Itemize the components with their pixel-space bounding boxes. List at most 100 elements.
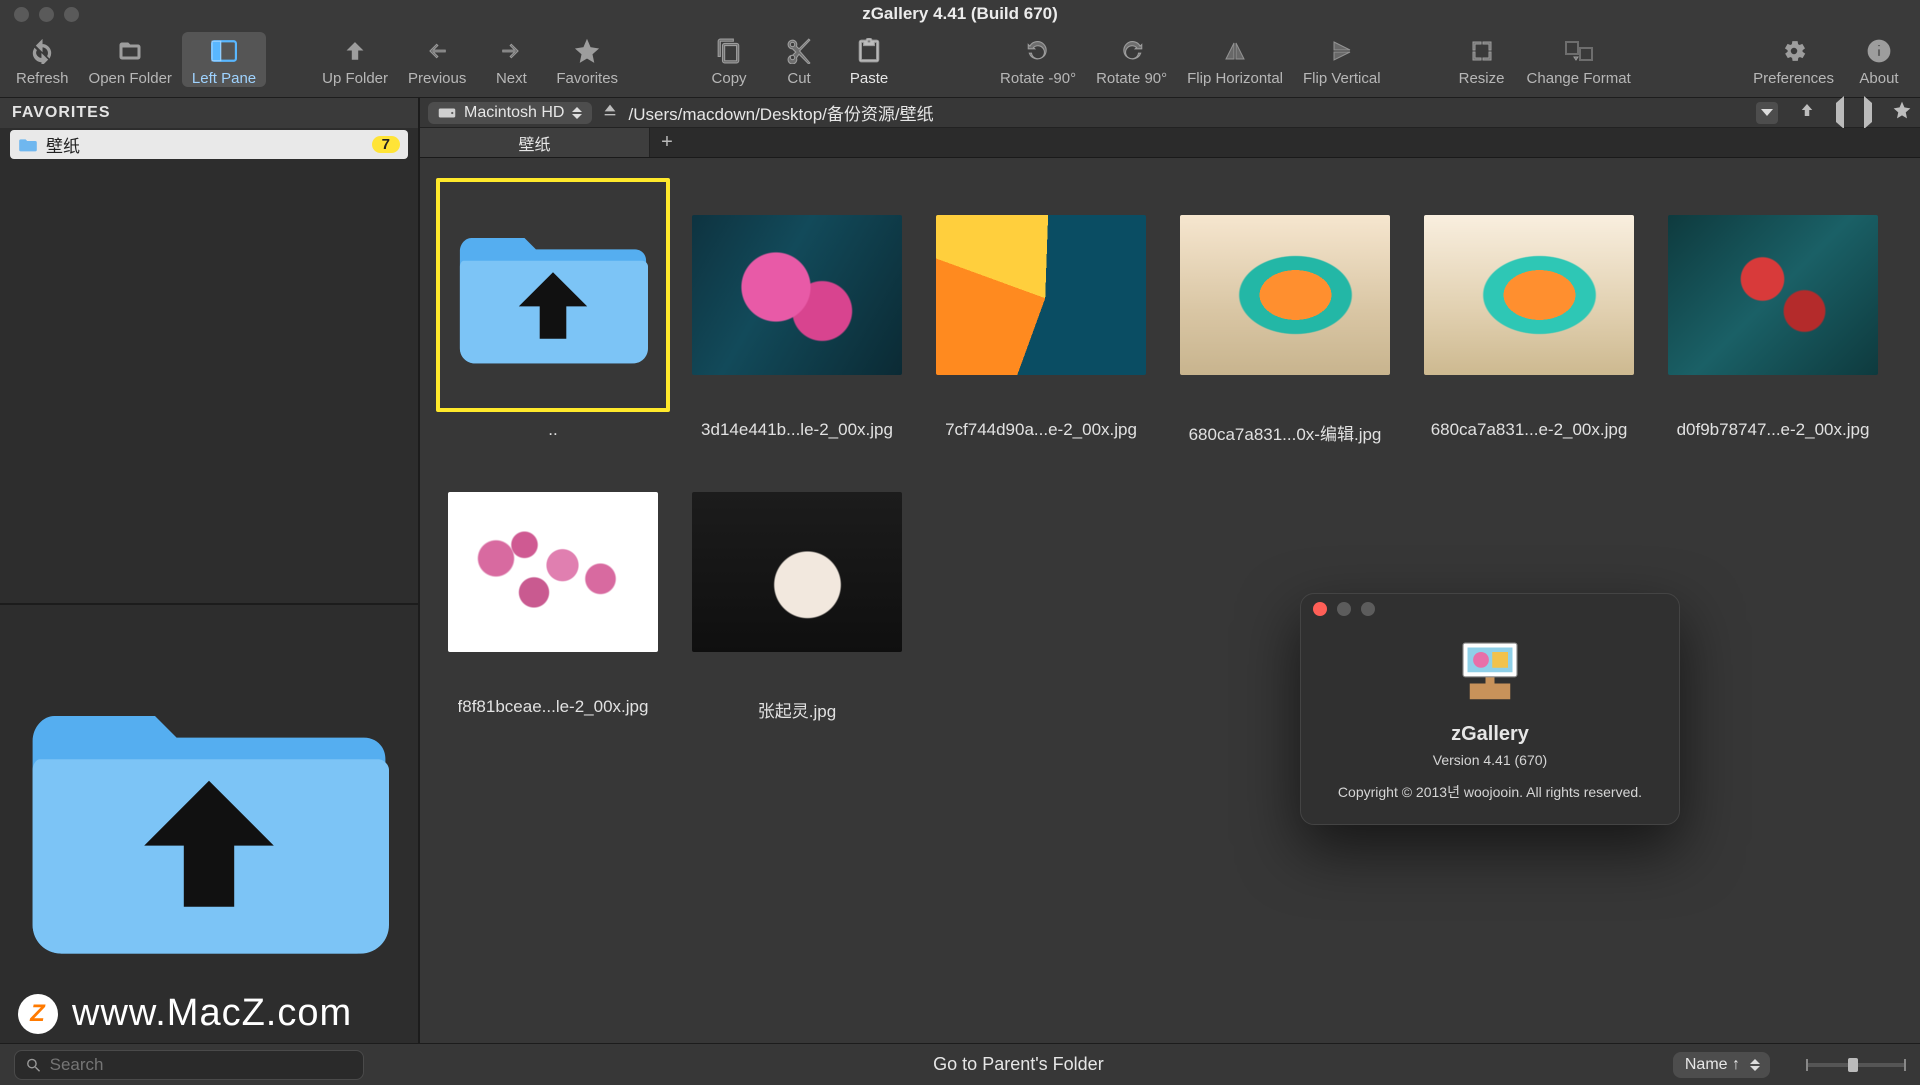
about-dialog: zGallery Version 4.41 (670) Copyright © … — [1300, 593, 1680, 825]
rotate-ccw-button[interactable]: Rotate -90° — [990, 32, 1086, 87]
favorites-button[interactable]: Favorites — [546, 32, 628, 87]
image-placeholder — [1668, 215, 1878, 375]
thumbnail — [680, 178, 914, 412]
copy-icon — [716, 36, 742, 66]
refresh-button[interactable]: Refresh — [6, 32, 79, 87]
grid-item-image[interactable]: 张起灵.jpg — [680, 455, 914, 722]
search-field[interactable] — [14, 1050, 364, 1080]
grid-item-image[interactable]: 3d14e441b...le-2_00x.jpg — [680, 178, 914, 445]
sidebar-item-wallpapers[interactable]: 壁纸 7 — [10, 130, 408, 159]
thumbnail — [680, 455, 914, 689]
image-placeholder — [448, 492, 658, 652]
arrow-left-icon — [425, 36, 449, 66]
grid-item-image[interactable]: 7cf744d90a...e-2_00x.jpg — [924, 178, 1158, 445]
nav-back-icon[interactable] — [1836, 103, 1844, 123]
flip-horizontal-icon — [1222, 36, 1248, 66]
flip-vertical-icon — [1329, 36, 1355, 66]
image-placeholder — [1424, 215, 1634, 375]
rotate-cw-icon — [1119, 36, 1145, 66]
eject-icon[interactable] — [602, 102, 618, 123]
sidebar-item-badge: 7 — [372, 136, 400, 153]
thumbnail — [436, 178, 670, 412]
watermark-badge: Z — [18, 994, 58, 1034]
favorites-header: FAVORITES — [0, 98, 418, 128]
up-folder-button[interactable]: Up Folder — [312, 32, 398, 87]
copy-button[interactable]: Copy — [694, 32, 764, 87]
main-split: FAVORITES 壁纸 7 Z www.MacZ.com — [0, 98, 1920, 1043]
about-minimize-button[interactable] — [1337, 602, 1351, 616]
thumbnail — [436, 455, 670, 689]
thumbnail-caption: .. — [548, 420, 557, 440]
search-icon — [25, 1056, 42, 1074]
change-format-button[interactable]: Change Format — [1517, 32, 1641, 87]
rotate-cw-button[interactable]: Rotate 90° — [1086, 32, 1177, 87]
favorite-star-icon[interactable] — [1892, 100, 1912, 125]
change-format-icon — [1565, 36, 1593, 66]
flip-vertical-button[interactable]: Flip Vertical — [1293, 32, 1391, 87]
about-app-name: zGallery — [1321, 723, 1659, 746]
thumbnail-caption: f8f81bceae...le-2_00x.jpg — [458, 697, 649, 717]
tab-active[interactable]: 壁纸 — [420, 128, 650, 157]
resize-button[interactable]: Resize — [1447, 32, 1517, 87]
path-history-button[interactable] — [1756, 102, 1778, 124]
folder-up-icon — [29, 679, 389, 969]
next-button[interactable]: Next — [476, 32, 546, 87]
grid-item-image[interactable]: d0f9b78747...e-2_00x.jpg — [1656, 178, 1890, 445]
grid-item-image[interactable]: f8f81bceae...le-2_00x.jpg — [436, 455, 670, 722]
about-button[interactable]: About — [1844, 32, 1914, 87]
grid-item-image[interactable]: 680ca7a831...0x-编辑.jpg — [1168, 178, 1402, 445]
grid-item-parent[interactable]: .. — [436, 178, 670, 445]
left-pane-icon — [211, 36, 237, 66]
info-icon — [1866, 36, 1892, 66]
app-icon — [1454, 634, 1526, 706]
location-bar: Macintosh HD /Users/macdown/Desktop/备份资源… — [420, 98, 1920, 128]
new-tab-button[interactable]: + — [650, 128, 684, 157]
scissors-icon — [786, 36, 812, 66]
about-zoom-button[interactable] — [1361, 602, 1375, 616]
thumbnail-caption: 680ca7a831...0x-编辑.jpg — [1189, 420, 1382, 445]
arrow-up-icon — [344, 36, 366, 66]
nav-forward-icon[interactable] — [1864, 103, 1872, 123]
thumbnail — [924, 178, 1158, 412]
preview-pane: Z www.MacZ.com — [0, 603, 418, 1043]
star-icon — [574, 36, 600, 66]
rotate-ccw-icon — [1025, 36, 1051, 66]
image-placeholder — [936, 215, 1146, 375]
about-close-button[interactable] — [1313, 602, 1327, 616]
left-pane-button[interactable]: Left Pane — [182, 32, 266, 87]
refresh-icon — [29, 36, 55, 66]
volume-select[interactable]: Macintosh HD — [428, 102, 592, 124]
thumbnail — [1412, 178, 1646, 412]
open-folder-button[interactable]: Open Folder — [79, 32, 182, 87]
search-input[interactable] — [50, 1055, 353, 1075]
preferences-button[interactable]: Preferences — [1743, 32, 1844, 87]
cut-button[interactable]: Cut — [764, 32, 834, 87]
previous-button[interactable]: Previous — [398, 32, 476, 87]
sort-select[interactable]: Name ↑ — [1673, 1052, 1770, 1078]
thumbnail-caption: 680ca7a831...e-2_00x.jpg — [1431, 420, 1628, 440]
image-placeholder — [692, 492, 902, 652]
watermark: Z www.MacZ.com — [18, 992, 352, 1035]
image-placeholder — [692, 215, 902, 375]
folder-icon — [18, 137, 38, 153]
hdd-icon — [438, 106, 456, 120]
thumbnail-zoom-slider[interactable] — [1806, 1063, 1906, 1067]
titlebar: zGallery 4.41 (Build 670) — [0, 0, 1920, 28]
status-center-text: Go to Parent's Folder — [384, 1054, 1653, 1075]
resize-icon — [1469, 36, 1495, 66]
thumbnail-caption: 3d14e441b...le-2_00x.jpg — [701, 420, 893, 440]
watermark-text: www.MacZ.com — [72, 992, 352, 1035]
thumbnail-caption: 7cf744d90a...e-2_00x.jpg — [945, 420, 1137, 440]
thumbnail-grid-area[interactable]: .. 3d14e441b...le-2_00x.jpg 7cf744d90a...e… — [420, 158, 1920, 1043]
grid-item-image[interactable]: 680ca7a831...e-2_00x.jpg — [1412, 178, 1646, 445]
favorites-list: 壁纸 7 — [0, 128, 418, 161]
paste-button[interactable]: Paste — [834, 32, 904, 87]
toolbar: Refresh Open Folder Left Pane Up Folder — [0, 28, 1920, 98]
clipboard-icon — [856, 36, 882, 66]
image-placeholder — [1180, 215, 1390, 375]
flip-horizontal-button[interactable]: Flip Horizontal — [1177, 32, 1293, 87]
sidebar-item-label: 壁纸 — [46, 132, 80, 157]
nav-up-icon[interactable] — [1798, 101, 1816, 124]
thumbnail-caption: 张起灵.jpg — [758, 697, 836, 722]
thumbnail — [1656, 178, 1890, 412]
